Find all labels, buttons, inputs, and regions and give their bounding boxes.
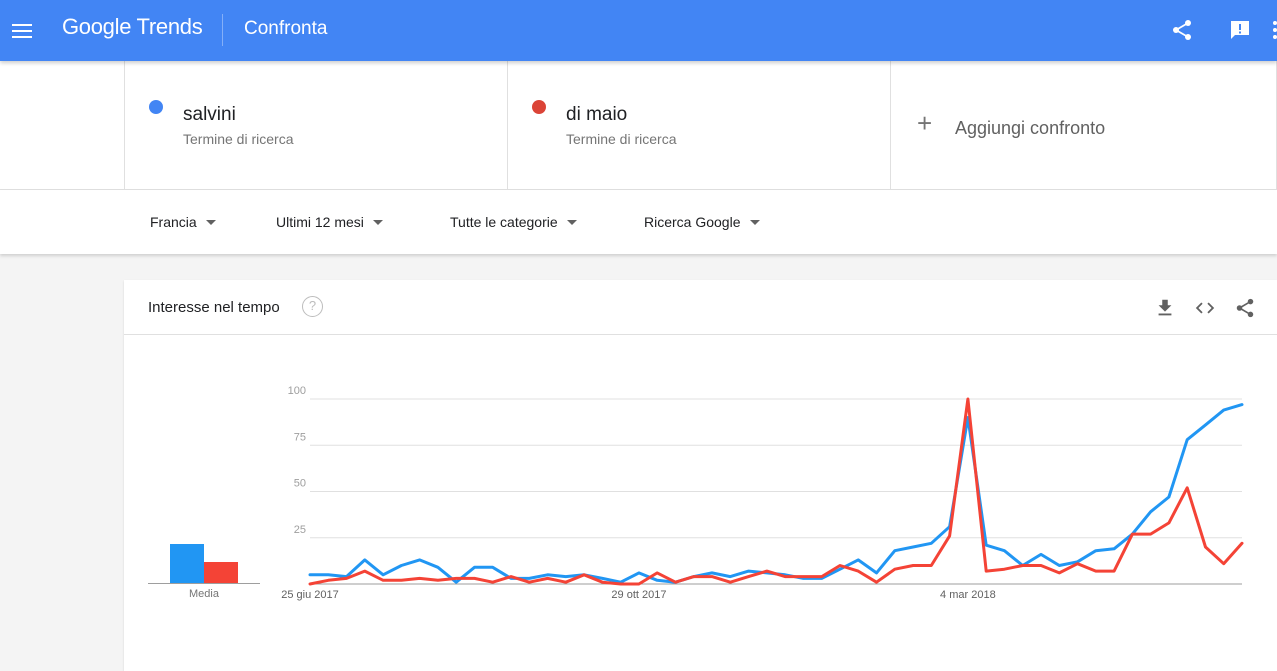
y-tick-label: 50: [294, 478, 306, 490]
embed-icon[interactable]: [1194, 297, 1216, 319]
term-name[interactable]: salvini: [183, 104, 236, 126]
plus-icon: +: [917, 108, 933, 138]
dropdown-arrow-icon: [372, 219, 383, 225]
search-type-filter[interactable]: Ricerca Google: [644, 214, 760, 230]
dropdown-arrow-icon: [205, 219, 216, 225]
x-tick-label: 4 mar 2018: [940, 589, 996, 601]
filter-row: Francia Ultimi 12 mesi Tutte le categori…: [0, 190, 1277, 254]
share-icon[interactable]: [1170, 18, 1194, 42]
interest-line-chart[interactable]: 100 75 50 25 25 giu 2017 29 ott 2017 4 mar 201…: [274, 380, 1254, 610]
share-icon[interactable]: [1234, 297, 1256, 319]
region-filter-label: Francia: [150, 214, 197, 230]
category-filter-label: Tutte le categorie: [450, 214, 558, 230]
averages-chart: Media: [148, 280, 260, 671]
term-name[interactable]: di maio: [566, 104, 627, 126]
series-color-dot: [532, 100, 546, 114]
term-type: Termine di ricerca: [566, 131, 677, 147]
header-divider: [222, 14, 223, 46]
averages-label: Media: [189, 588, 219, 600]
dropdown-arrow-icon: [749, 219, 760, 225]
series-color-dot: [149, 100, 163, 114]
average-bar-di-maio[interactable]: [204, 562, 238, 583]
add-comparison-button[interactable]: + Aggiungi confronto: [890, 61, 1277, 189]
y-tick-label: 100: [288, 385, 306, 397]
dropdown-arrow-icon: [566, 219, 577, 225]
region-filter[interactable]: Francia: [150, 214, 216, 230]
term-type: Termine di ricerca: [183, 131, 294, 147]
time-filter-label: Ultimi 12 mesi: [276, 214, 364, 230]
time-filter[interactable]: Ultimi 12 mesi: [276, 214, 383, 230]
top-app-bar: Google Trends Confronta: [0, 0, 1277, 61]
term-card-di-maio[interactable]: di maio Termine di ricerca: [507, 61, 891, 189]
page-title: Confronta: [244, 18, 328, 39]
average-bar-salvini[interactable]: [170, 544, 204, 583]
x-tick-label: 25 giu 2017: [281, 589, 339, 601]
menu-icon[interactable]: [12, 20, 34, 40]
interest-over-time-card: Interesse nel tempo ? Media 100 75 50 25 25 …: [124, 280, 1277, 671]
google-trends-logo[interactable]: Google Trends: [62, 14, 203, 40]
add-comparison-label: Aggiungi confronto: [955, 118, 1106, 138]
search-type-filter-label: Ricerca Google: [644, 214, 741, 230]
category-filter[interactable]: Tutte le categorie: [450, 214, 577, 230]
download-icon[interactable]: [1154, 297, 1176, 319]
feedback-icon[interactable]: [1228, 18, 1252, 42]
y-tick-label: 25: [294, 524, 306, 536]
comparison-row: salvini Termine di ricerca di maio Termi…: [0, 61, 1277, 190]
x-tick-label: 29 ott 2017: [611, 589, 666, 601]
card-header: Interesse nel tempo ?: [124, 280, 1277, 335]
help-icon[interactable]: ?: [302, 296, 323, 317]
series-line-salvini[interactable]: [308, 403, 1244, 584]
term-card-salvini[interactable]: salvini Termine di ricerca: [124, 61, 508, 189]
averages-baseline: [148, 583, 260, 584]
more-vert-icon[interactable]: [1268, 18, 1277, 42]
y-tick-label: 75: [294, 431, 306, 443]
